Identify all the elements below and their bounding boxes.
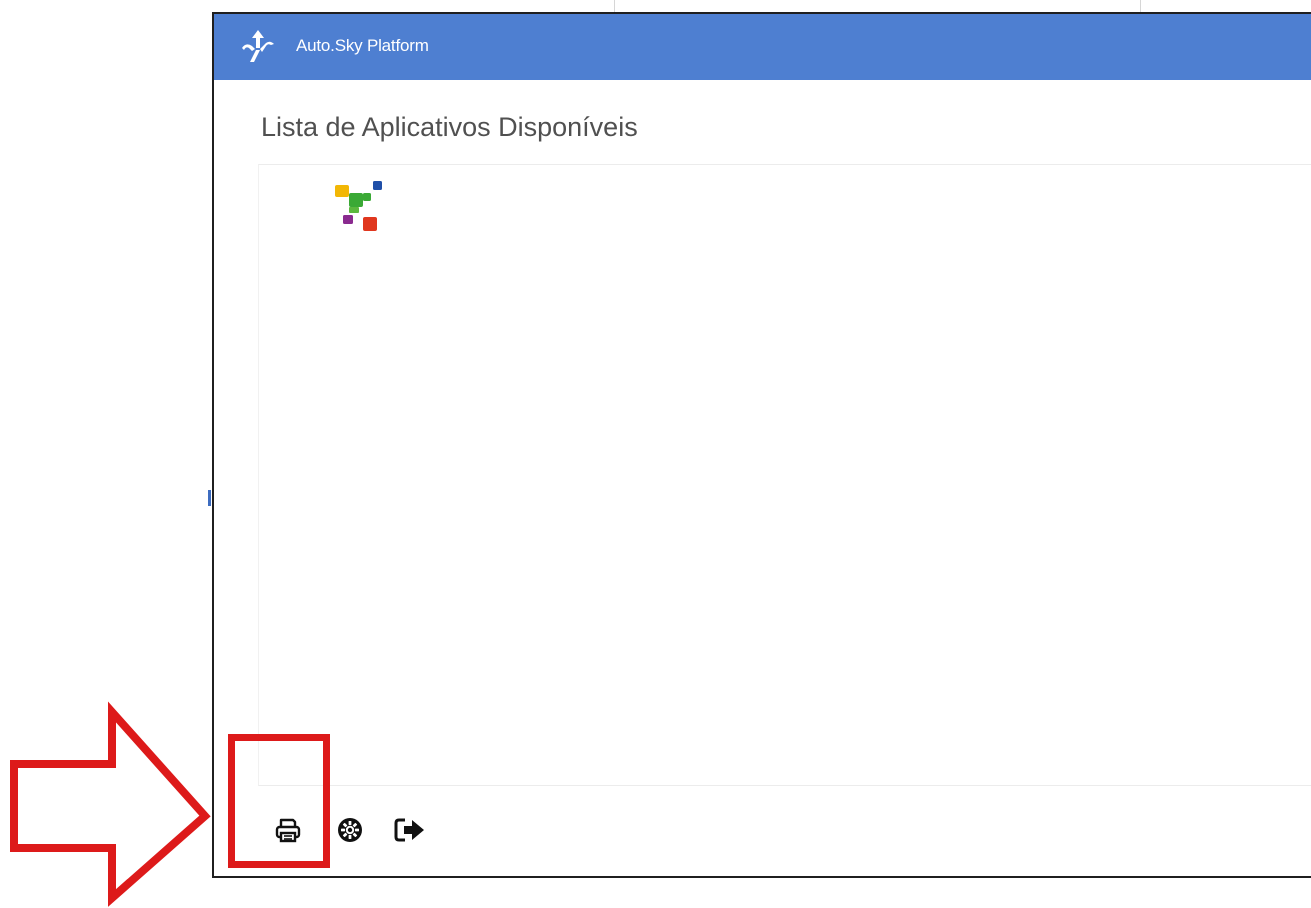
window-title: Auto.Sky Platform (296, 36, 429, 55)
sign-out-icon (394, 818, 424, 842)
settings-button[interactable] (332, 800, 368, 860)
page-title: Lista de Aplicativos Disponíveis (261, 112, 638, 142)
gear-icon (338, 818, 362, 842)
annotation-highlight-box (228, 734, 330, 868)
annotation-arrow-icon (10, 701, 211, 907)
autosky-logo-icon (242, 30, 274, 62)
colored-squares-logo-icon[interactable] (321, 173, 393, 237)
window-edge-marker (208, 490, 211, 506)
title-bar[interactable]: Auto.Sky Platform (214, 14, 1311, 80)
background-divider (1140, 0, 1141, 12)
app-window: Auto.Sky Platform Lista de Aplicativos D… (212, 12, 1311, 878)
logout-button[interactable] (390, 800, 430, 860)
background-divider (614, 0, 615, 12)
app-list-panel (258, 164, 1311, 786)
